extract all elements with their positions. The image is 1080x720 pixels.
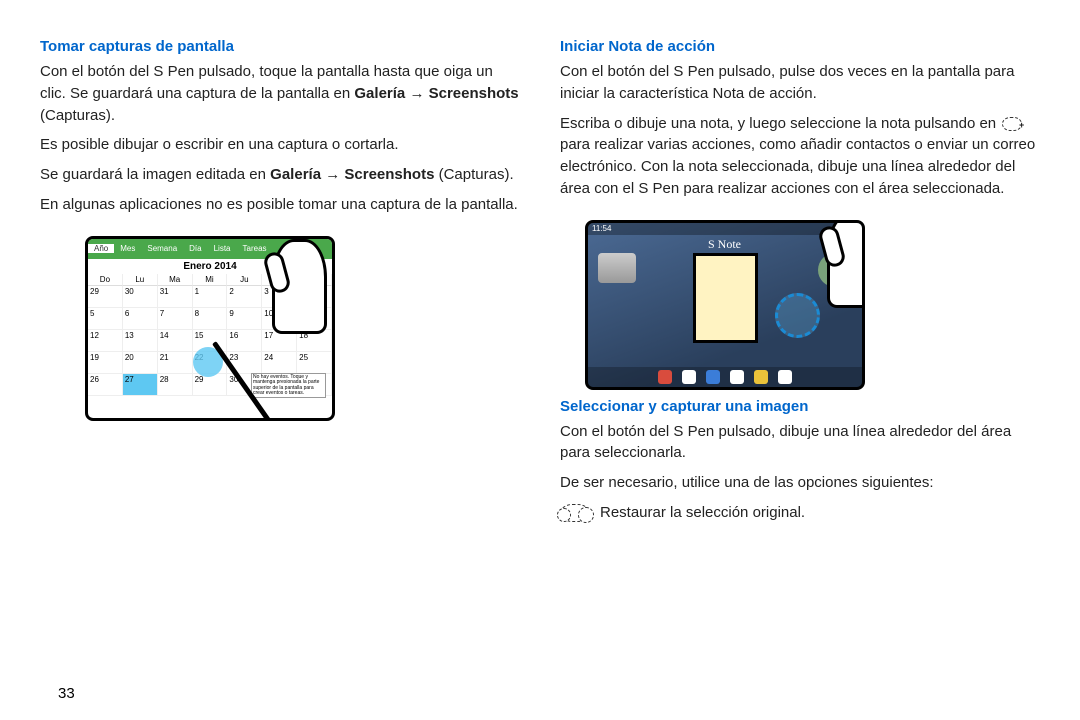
para-edited-image: Se guardará la imagen editada en Galería… [40,164,520,186]
heading-select-capture: Seleccionar y capturar una imagen [560,398,1040,415]
spen-hand-icon [202,236,335,399]
restore-selection-icon [560,504,590,522]
text: (Capturas). [40,107,115,124]
illustration-calendar-spen: Año Mes Semana Día Lista Tareas Enero 20… [85,236,335,421]
para-select-capture-2: De ser necesario, utilice una de las opc… [560,472,1040,494]
right-column: Iniciar Nota de acción Con el botón del … [560,30,1040,524]
widget-thumb [598,253,636,283]
para-action-memo-2: Escriba o dibuje una nota, y luego selec… [560,113,1040,200]
para-draw-write: Es posible dibujar o escribir en una cap… [40,134,520,156]
para-select-capture-1: Con el botón del S Pen pulsado, dibuje u… [560,421,1040,465]
tab: Mes [114,244,141,253]
select-link-icon [1002,117,1022,131]
text-bold-galeria: Galería [354,85,409,102]
text-after-icon: para realizar varias acciones, como añad… [560,136,1035,197]
text: (Capturas). [434,166,513,183]
heading-screenshots: Tomar capturas de pantalla [40,38,520,55]
text-bold-galeria2: Galería [270,166,325,183]
para-action-memo-1: Con el botón del S Pen pulsado, pulse do… [560,61,1040,105]
illustration-tablet-snote: 11:54 ▮ ▲ ▮ S Note [585,220,865,390]
page-number: 33 [58,685,75,702]
text-bold-screenshots2: Screenshots [340,166,434,183]
arrow-icon: → [409,85,424,102]
day-header: Do [88,274,123,286]
restore-option: Restaurar la selección original. [560,502,1040,524]
text: Se guardará la imagen editada en [40,166,270,183]
restore-label: Restaurar la selección original. [600,502,805,524]
tab: Año [88,244,114,253]
day-header: Lu [123,274,158,286]
tab: Semana [141,244,183,253]
para-limitation: En algunas aplicaciones no es posible to… [40,194,520,216]
heading-action-memo: Iniciar Nota de acción [560,38,1040,55]
para-screenshot-howto: Con el botón del S Pen pulsado, toque la… [40,61,520,126]
spen-hand-icon [732,220,865,383]
text-before-icon: Escriba o dibuje una nota, y luego selec… [560,115,1000,132]
left-column: Tomar capturas de pantalla Con el botón … [40,30,520,524]
text-bold-screenshots: Screenshots [424,85,518,102]
clock: 11:54 [592,224,611,233]
day-header: Ma [158,274,193,286]
arrow-icon: → [325,166,340,183]
